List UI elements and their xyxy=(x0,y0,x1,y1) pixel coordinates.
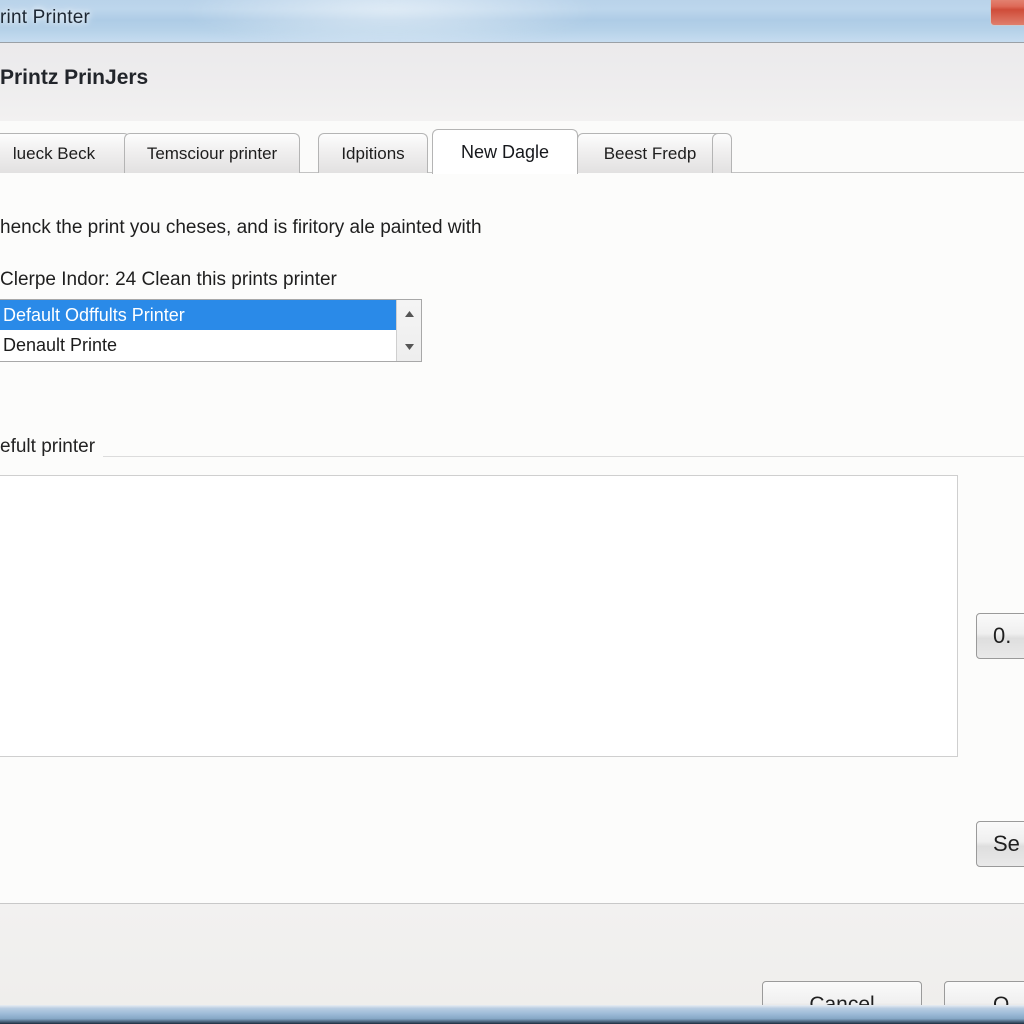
options-button[interactable]: 0. xyxy=(976,613,1024,659)
tab-content-panel: henck the print you cheses, and is firit… xyxy=(0,173,1024,903)
tab-idpitions[interactable]: Idpitions xyxy=(318,133,428,173)
chevron-down-icon[interactable] xyxy=(397,335,421,359)
list-item[interactable]: Denault Printe xyxy=(0,330,396,360)
preview-panel[interactable] xyxy=(0,475,958,757)
tab-strip: lueck Beck Temsciour printer Idpitions N… xyxy=(0,129,1024,174)
print-printer-dialog-window: rint Printer Printz PrinJers lueck Beck … xyxy=(0,0,1024,1024)
options-button-label: 0. xyxy=(993,623,1012,648)
window-titlebar: rint Printer xyxy=(0,0,1024,42)
tab-label: lueck Beck xyxy=(12,143,96,163)
tab-temsciour-printer[interactable]: Temsciour printer xyxy=(124,133,300,173)
chevron-up-icon[interactable] xyxy=(397,302,421,326)
group-separator xyxy=(0,456,1024,457)
tab-new-dagle[interactable]: New Dagle xyxy=(432,129,578,174)
tab-beest-fredp[interactable]: Beest Fredp xyxy=(577,133,723,173)
tab-overflow-stub[interactable] xyxy=(712,133,732,173)
printer-listbox-scrollbar[interactable] xyxy=(396,300,421,361)
dialog-header-band: Printz PrinJers xyxy=(0,43,1024,121)
printer-listbox[interactable]: Default Odffults Printer Denault Printe xyxy=(0,299,422,362)
printer-list-label: Clerpe Indor: 24 Clean this prints print… xyxy=(0,269,337,290)
list-item[interactable]: Default Odffults Printer xyxy=(0,300,396,330)
window-title: rint Printer xyxy=(0,7,91,28)
settings-button[interactable]: Se xyxy=(976,821,1024,867)
group-caption: efult printer xyxy=(0,436,104,458)
close-icon[interactable] xyxy=(990,0,1024,26)
page-title: Printz PrinJers xyxy=(0,66,149,89)
window-bottom-border xyxy=(0,1005,1024,1024)
tab-label: New Dagle xyxy=(460,141,550,162)
tab-label: Beest Fredp xyxy=(603,143,697,163)
dialog-body: Printz PrinJers lueck Beck Temsciour pri… xyxy=(0,42,1024,1024)
tab-label: Idpitions xyxy=(341,143,405,163)
tab-lueck-beck[interactable]: lueck Beck xyxy=(0,133,130,173)
titlebar-glow xyxy=(180,0,600,42)
description-text: henck the print you cheses, and is firit… xyxy=(0,217,482,238)
printer-listbox-items: Default Odffults Printer Denault Printe xyxy=(0,300,396,361)
settings-button-label: Se xyxy=(993,831,1020,856)
tab-label: Temsciour printer xyxy=(146,143,278,163)
